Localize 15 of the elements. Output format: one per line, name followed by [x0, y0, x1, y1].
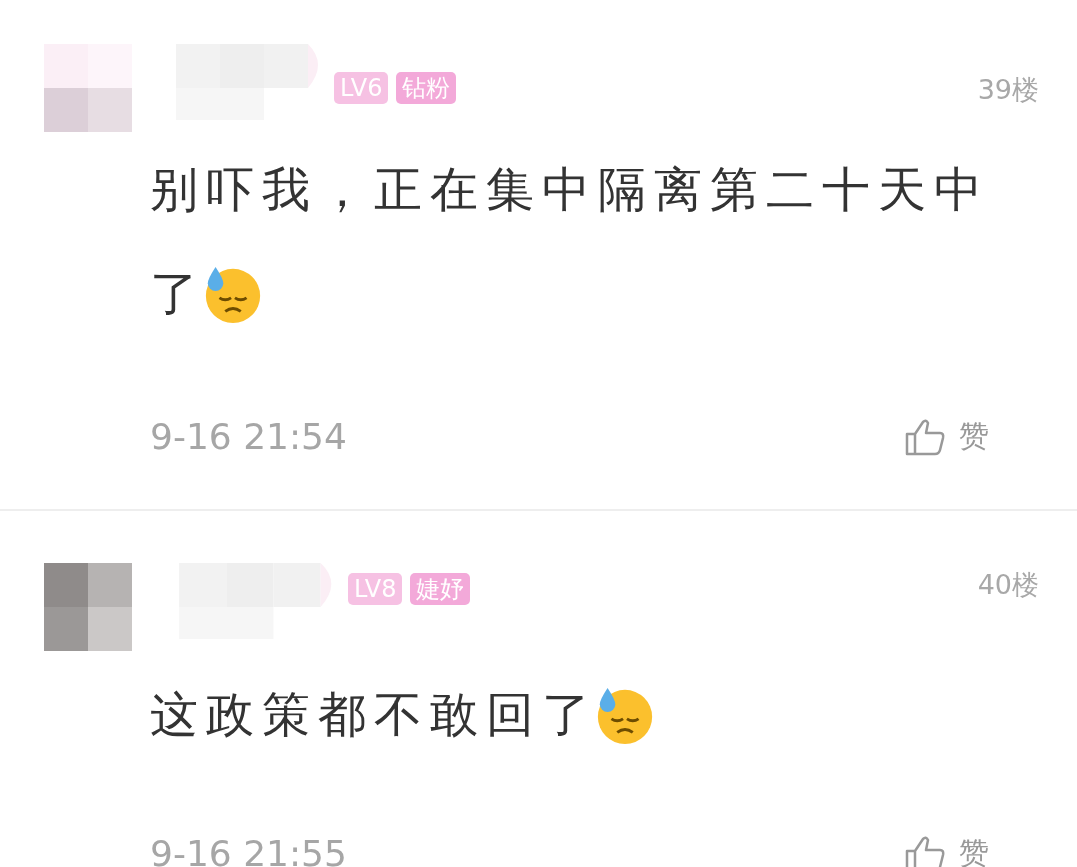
comment-text: 了	[150, 264, 206, 323]
like-button[interactable]: 赞	[905, 833, 989, 867]
level-badge: LV8	[348, 573, 403, 605]
comment-text: 别吓我，正在集中隔离第二十天中	[150, 160, 990, 219]
comment-text: 这政策都不敢回了	[150, 685, 598, 744]
fan-badge: 婕妤	[410, 573, 471, 605]
level-badge: LV6	[334, 72, 389, 104]
fan-badge: 钻粉	[396, 72, 457, 104]
comment-time: 9-16 21:54	[150, 416, 347, 457]
like-button[interactable]: 赞	[905, 416, 989, 457]
thumbs-up-icon	[905, 834, 945, 867]
comment-time: 9-16 21:55	[150, 833, 347, 867]
floor-number: 40楼	[977, 568, 1039, 602]
thumbs-up-icon	[905, 417, 945, 456]
floor-number: 39楼	[977, 73, 1039, 107]
